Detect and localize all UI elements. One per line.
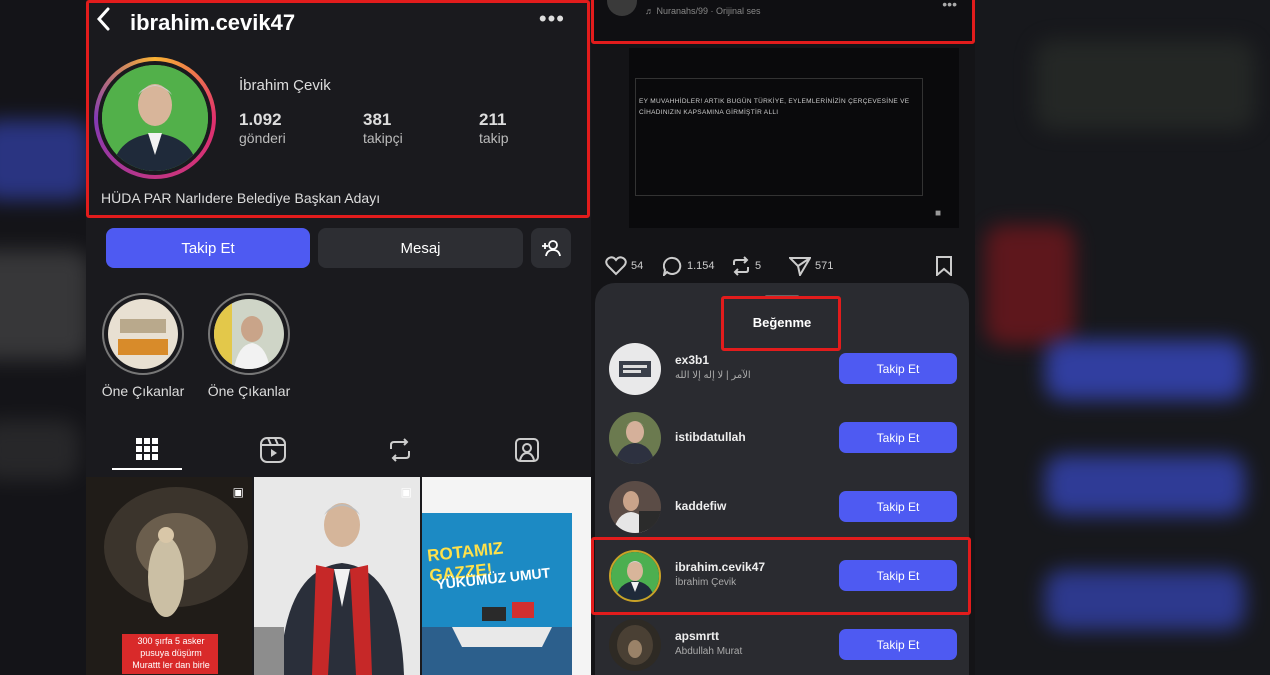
post-thumbnail-1[interactable]: 300 şırfa 5 asker pusuya düşürm Murattt … xyxy=(86,477,252,675)
reel-overlay-text: EY MUVAHHİDLER! ARTIK BUGÜN TÜRKİYE, EYL… xyxy=(639,98,910,116)
list-item[interactable]: kaddefiw Takip Et xyxy=(595,477,969,537)
list-username[interactable]: kaddefiw xyxy=(675,499,726,513)
repost-action[interactable]: 5 xyxy=(731,256,761,276)
list-item[interactable]: ex3b1 الآمر | لا إله إلا الله Takip Et xyxy=(595,339,969,399)
highlight-box-user xyxy=(591,537,971,615)
profile-tabs xyxy=(86,425,591,475)
like-action[interactable]: 54 xyxy=(605,256,643,276)
add-user-icon[interactable] xyxy=(531,228,571,268)
heart-icon xyxy=(605,256,627,276)
highlight-box-profile xyxy=(86,0,590,218)
background-left xyxy=(0,0,86,675)
highlight-thumbnail xyxy=(214,299,284,369)
highlight-label: Öne Çıkanlar xyxy=(207,383,291,399)
reel-video[interactable]: EY MUVAHHİDLER! ARTIK BUGÜN TÜRKİYE, EYL… xyxy=(629,48,959,228)
background-right xyxy=(975,0,1270,675)
follow-button[interactable]: Takip Et xyxy=(839,422,957,453)
story-highlight-2[interactable]: Öne Çıkanlar xyxy=(208,293,290,399)
follow-button[interactable]: Takip Et xyxy=(839,629,957,660)
grid-icon[interactable] xyxy=(112,430,182,470)
list-username[interactable]: apsmrtt xyxy=(675,629,719,643)
likes-sheet: Beğenme ex3b1 الآمر | لا إله إلا الله Ta… xyxy=(591,283,971,675)
post-caption: 300 şırfa 5 asker pusuya düşürm Murattt … xyxy=(132,636,210,670)
avatar[interactable] xyxy=(609,412,661,464)
send-icon xyxy=(789,257,811,276)
post-thumbnail-3[interactable]: ROTAMIZ GAZZE! YÜKÜMÜZ UMUT xyxy=(422,477,591,675)
reel-panel: ♬ Nuranahs/99 · Orijinal ses ••• EY MUVA… xyxy=(591,0,975,675)
comment-icon xyxy=(663,256,682,276)
follow-button[interactable]: Takip Et xyxy=(839,353,957,384)
list-subtitle: Abdullah Murat xyxy=(675,646,743,657)
comment-action[interactable]: 1.154 xyxy=(663,256,715,276)
reels-icon[interactable] xyxy=(238,430,308,470)
story-highlight-1[interactable]: Öne Çıkanlar xyxy=(102,293,184,399)
list-subtitle: الآمر | لا إله إلا الله xyxy=(675,370,751,381)
list-username[interactable]: istibdatullah xyxy=(675,430,746,444)
reposts-icon[interactable] xyxy=(365,430,435,470)
post-thumbnail-2[interactable]: ▣ xyxy=(254,477,420,675)
reel-badge-icon: ▣ xyxy=(400,485,412,499)
highlight-thumbnail xyxy=(108,299,178,369)
repost-icon xyxy=(733,256,749,276)
list-item[interactable]: istibdatullah Takip Et xyxy=(595,408,969,468)
highlight-label: Öne Çıkanlar xyxy=(101,383,185,399)
mute-icon[interactable]: ■ xyxy=(935,208,941,219)
reel-actions: 54 1.154 5 571 xyxy=(605,256,965,280)
list-username[interactable]: ex3b1 xyxy=(675,353,709,367)
tagged-icon[interactable] xyxy=(492,430,562,470)
message-button[interactable]: Mesaj xyxy=(318,228,523,268)
posts-grid: 300 şırfa 5 asker pusuya düşürm Murattt … xyxy=(86,477,591,675)
reel-badge-icon: ▣ xyxy=(232,485,244,499)
profile-panel: ibrahim.cevik47 ••• İbrahim Çevik 1.092 … xyxy=(86,0,591,675)
avatar[interactable] xyxy=(609,481,661,533)
share-action[interactable]: 571 xyxy=(789,256,833,276)
highlight-box-reel-header xyxy=(591,0,975,44)
follow-button[interactable]: Takip Et xyxy=(839,491,957,522)
avatar[interactable] xyxy=(609,343,661,395)
bookmark-icon[interactable] xyxy=(935,256,953,276)
avatar[interactable] xyxy=(609,619,661,671)
follow-button[interactable]: Takip Et xyxy=(106,228,310,268)
list-item[interactable]: apsmrtt Abdullah Murat Takip Et xyxy=(595,615,969,675)
